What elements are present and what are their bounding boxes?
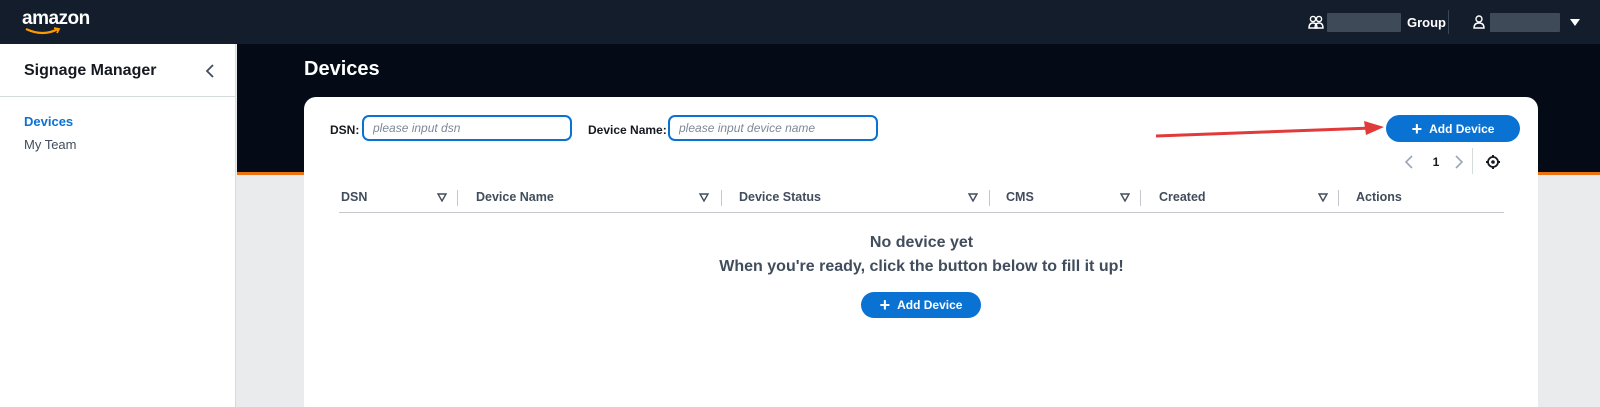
sort-caret-icon[interactable] <box>1120 193 1130 202</box>
empty-state-add-device-button[interactable]: + Add Device <box>861 292 981 318</box>
add-device-button[interactable]: + Add Device <box>1386 115 1520 142</box>
add-device-label: Add Device <box>1429 121 1495 136</box>
dsn-filter-label: DSN: <box>330 123 360 137</box>
column-divider[interactable] <box>1140 190 1141 206</box>
group-icon <box>1308 15 1324 29</box>
column-divider[interactable] <box>1338 190 1339 206</box>
caret-down-icon <box>1570 18 1580 26</box>
group-label: Group <box>1407 14 1446 30</box>
group-selector[interactable]: Group <box>1308 12 1446 32</box>
table-header: DSN Device Name Device Status CMS Create… <box>339 184 1504 213</box>
devices-card <box>304 97 1538 407</box>
dsn-input[interactable] <box>362 115 572 141</box>
previous-page-icon[interactable] <box>1402 152 1416 172</box>
column-header-created[interactable]: Created <box>1159 190 1206 204</box>
sort-caret-icon[interactable] <box>1318 193 1328 202</box>
chevron-left-icon[interactable] <box>203 62 219 80</box>
annotation-arrow <box>1155 121 1384 138</box>
user-menu[interactable] <box>1473 12 1580 32</box>
user-icon <box>1473 15 1485 29</box>
plus-icon: + <box>879 295 891 315</box>
column-header-actions: Actions <box>1356 190 1402 204</box>
sidebar-divider <box>0 96 236 97</box>
redacted-group-name <box>1327 12 1401 32</box>
column-header-device-name[interactable]: Device Name <box>476 190 554 204</box>
device-name-input[interactable] <box>668 115 878 141</box>
redacted-username <box>1490 12 1560 32</box>
plus-icon: + <box>1411 118 1423 139</box>
device-name-filter-label: Device Name: <box>588 123 667 137</box>
column-divider[interactable] <box>989 190 990 206</box>
column-divider[interactable] <box>721 190 722 206</box>
next-page-icon[interactable] <box>1452 152 1466 172</box>
sidebar-title: Signage Manager <box>24 62 157 79</box>
sort-caret-icon[interactable] <box>437 193 447 202</box>
page-title: Devices <box>304 58 380 80</box>
top-divider <box>1448 10 1449 34</box>
column-header-device-status[interactable]: Device Status <box>739 190 821 204</box>
pagination-divider <box>1472 148 1473 174</box>
empty-state-subtitle: When you're ready, click the button belo… <box>719 258 1124 275</box>
sort-caret-icon[interactable] <box>699 193 709 202</box>
column-divider[interactable] <box>457 190 458 206</box>
sidebar-item-devices[interactable]: Devices <box>24 114 73 129</box>
empty-state-add-device-label: Add Device <box>897 298 963 312</box>
amazon-smile-icon <box>25 27 61 35</box>
column-header-cms[interactable]: CMS <box>1006 190 1034 204</box>
empty-state-title: No device yet <box>869 234 974 251</box>
top-navigation-bar: amazon Group <box>0 0 1600 44</box>
sidebar-item-my-team[interactable]: My Team <box>24 137 77 152</box>
gear-icon[interactable] <box>1484 152 1502 172</box>
sort-caret-icon[interactable] <box>968 193 978 202</box>
column-header-dsn[interactable]: DSN <box>341 190 367 204</box>
sidebar: Signage Manager Devices My Team <box>0 44 236 407</box>
current-page-number[interactable]: 1 <box>1429 152 1443 172</box>
